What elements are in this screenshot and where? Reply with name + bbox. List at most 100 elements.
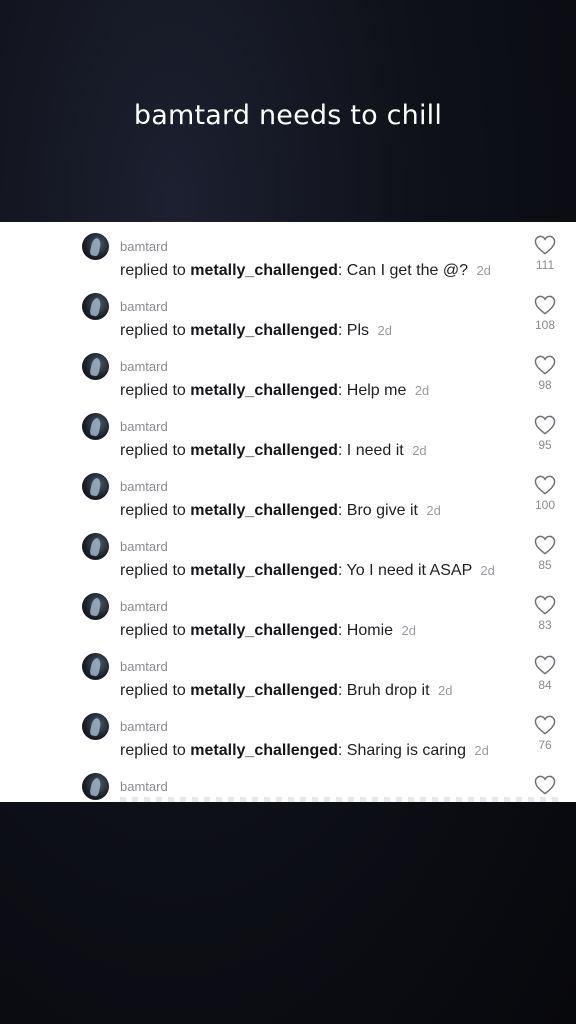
like-button[interactable]: 85 <box>530 535 560 572</box>
like-button[interactable]: 108 <box>530 295 560 332</box>
like-button[interactable]: 76 <box>530 715 560 752</box>
comment-item-partial: bamtard <box>0 762 576 802</box>
reply-target-username[interactable]: metally_challenged <box>190 262 338 279</box>
heart-outline-icon <box>534 775 556 795</box>
comment-age: 2d <box>377 323 392 338</box>
comment-username[interactable]: bamtard <box>120 299 168 314</box>
comment-age: 2d <box>474 743 489 758</box>
heart-outline-icon <box>534 535 556 555</box>
comment-text: replied to metally_challenged: Sharing i… <box>120 742 489 759</box>
reply-target-username[interactable]: metally_challenged <box>190 382 338 399</box>
comment-username[interactable]: bamtard <box>120 779 168 794</box>
like-button[interactable]: 95 <box>530 415 560 452</box>
heart-outline-icon <box>534 235 556 255</box>
comment-body: Bruh drop it <box>346 682 430 699</box>
reply-prefix: replied to <box>120 622 186 639</box>
comment-body: Bro give it <box>346 502 418 519</box>
comment-item: bamtard replied to metally_challenged: P… <box>0 282 576 342</box>
reply-target-username[interactable]: metally_challenged <box>190 682 338 699</box>
comment-username[interactable]: bamtard <box>120 479 168 494</box>
like-count: 98 <box>538 378 552 392</box>
comment-item: bamtard replied to metally_challenged: H… <box>0 342 576 402</box>
like-button[interactable]: 111 <box>530 235 560 272</box>
heart-outline-icon <box>534 655 556 675</box>
avatar[interactable] <box>82 233 109 260</box>
comment-age: 2d <box>437 683 453 698</box>
heart-outline-icon <box>534 715 556 735</box>
comment-age: 2d <box>412 443 427 458</box>
reply-target-username[interactable]: metally_challenged <box>190 322 338 339</box>
reply-target-username[interactable]: metally_challenged <box>190 742 338 759</box>
comment-body: Sharing is caring <box>346 742 466 759</box>
comment-screenshot-panel: bamtard replied to metally_challenged: C… <box>0 222 576 802</box>
like-count: 95 <box>538 438 552 452</box>
comment-text: replied to metally_challenged: Yo I need… <box>120 562 495 579</box>
comment-body: Can I get the @? <box>346 262 468 279</box>
reply-prefix: replied to <box>120 262 186 279</box>
comment-age: 2d <box>414 383 430 398</box>
comment-age: 2d <box>480 563 495 578</box>
comment-text: replied to metally_challenged: Help me 2… <box>120 382 430 399</box>
avatar[interactable] <box>82 593 109 620</box>
comment-age: 2d <box>401 623 416 638</box>
like-count: 84 <box>538 678 552 692</box>
heart-outline-icon <box>534 595 556 615</box>
reply-prefix: replied to <box>120 562 186 579</box>
comment-item: bamtard replied to metally_challenged: H… <box>0 582 576 642</box>
like-button[interactable]: 84 <box>530 655 560 692</box>
comment-username[interactable]: bamtard <box>120 659 168 674</box>
like-button[interactable] <box>530 775 560 795</box>
comment-username[interactable]: bamtard <box>120 539 168 554</box>
avatar[interactable] <box>82 413 109 440</box>
reply-prefix: replied to <box>120 682 186 699</box>
comment-body: Yo I need it ASAP <box>346 562 472 579</box>
reply-target-username[interactable]: metally_challenged <box>190 622 338 639</box>
avatar[interactable] <box>82 773 109 800</box>
reply-prefix: replied to <box>120 382 186 399</box>
comment-text: replied to metally_challenged: Homie 2d <box>120 622 416 639</box>
comment-age: 2d <box>476 263 491 278</box>
comment-text: replied to metally_challenged: Bro give … <box>120 502 441 519</box>
comment-age: 2d <box>426 503 441 518</box>
comment-item: bamtard replied to metally_challenged: Y… <box>0 522 576 582</box>
reply-target-username[interactable]: metally_challenged <box>190 442 338 459</box>
comment-item: bamtard replied to metally_challenged: S… <box>0 702 576 762</box>
cropped-text-edge <box>120 797 560 802</box>
comment-username[interactable]: bamtard <box>120 359 168 374</box>
reply-target-username[interactable]: metally_challenged <box>190 502 338 519</box>
avatar[interactable] <box>82 653 109 680</box>
comment-username[interactable]: bamtard <box>120 239 168 254</box>
like-button[interactable]: 100 <box>530 475 560 512</box>
video-caption-title: bamtard needs to chill <box>133 100 443 131</box>
like-count: 100 <box>534 498 556 512</box>
reply-target-username[interactable]: metally_challenged <box>190 562 338 579</box>
comment-item: bamtard replied to metally_challenged: I… <box>0 402 576 462</box>
comment-username[interactable]: bamtard <box>120 599 168 614</box>
comment-text: replied to metally_challenged: I need it… <box>120 442 427 459</box>
comment-item: bamtard replied to metally_challenged: B… <box>0 462 576 522</box>
comment-username[interactable]: bamtard <box>120 719 168 734</box>
avatar[interactable] <box>82 473 109 500</box>
avatar[interactable] <box>82 293 109 320</box>
comment-username[interactable]: bamtard <box>120 419 168 434</box>
comment-body: Homie <box>346 622 394 639</box>
comment-item: bamtard replied to metally_challenged: C… <box>0 222 576 282</box>
avatar[interactable] <box>82 533 109 560</box>
comment-body: Pls <box>346 322 370 339</box>
heart-outline-icon <box>534 415 556 435</box>
heart-outline-icon <box>534 295 556 315</box>
avatar[interactable] <box>82 713 109 740</box>
like-button[interactable]: 98 <box>530 355 560 392</box>
comment-text: replied to metally_challenged: Can I get… <box>120 262 491 279</box>
reply-prefix: replied to <box>120 742 186 759</box>
avatar[interactable] <box>82 353 109 380</box>
like-button[interactable]: 83 <box>530 595 560 632</box>
reply-prefix: replied to <box>120 322 186 339</box>
like-count: 111 <box>535 258 555 272</box>
like-count: 108 <box>534 318 556 332</box>
comment-body: I need it <box>346 442 404 459</box>
reply-prefix: replied to <box>120 502 186 519</box>
like-count: 83 <box>538 618 552 632</box>
like-count: 76 <box>538 738 552 752</box>
like-count: 85 <box>538 558 552 572</box>
